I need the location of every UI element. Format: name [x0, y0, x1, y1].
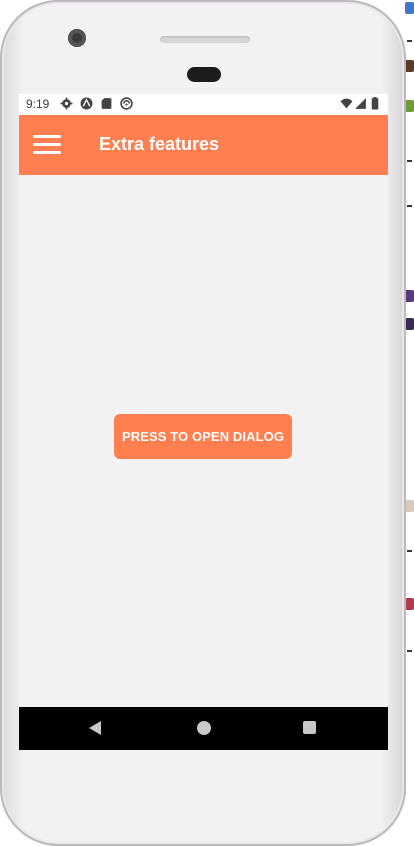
device-screen: 9:19 Extra features PRESS TO OPEN DIALOG [19, 94, 388, 750]
phone-frame: 9:19 Extra features PRESS TO OPEN DIALOG [0, 0, 406, 846]
background-window-icon [405, 500, 414, 512]
front-camera-icon [68, 29, 86, 47]
recents-icon[interactable] [303, 721, 316, 734]
background-window-edge [405, 0, 414, 846]
home-icon[interactable] [197, 721, 211, 735]
desktop-stage: 9:19 Extra features PRESS TO OPEN DIALOG [0, 0, 414, 846]
system-nav-bar [19, 707, 388, 750]
background-text-fragment [407, 160, 412, 162]
page-title: Extra features [99, 134, 220, 154]
main-content: PRESS TO OPEN DIALOG [19, 175, 388, 707]
settings-icon [60, 97, 73, 110]
background-window-icon [405, 290, 414, 302]
battery-icon [371, 97, 379, 110]
earpiece-speaker [160, 36, 250, 43]
cell-signal-icon [355, 98, 366, 109]
sync-icon [120, 97, 133, 110]
proximity-sensor [187, 67, 221, 82]
background-window-icon [405, 598, 414, 610]
background-text-fragment [407, 205, 412, 207]
background-text-fragment [407, 550, 412, 552]
background-text-fragment [407, 40, 412, 42]
android-icon [80, 97, 93, 110]
status-bar: 9:19 [19, 94, 388, 115]
background-text-fragment [407, 650, 412, 652]
hamburger-menu-icon[interactable] [31, 133, 63, 157]
background-window-icon [405, 2, 414, 14]
background-window-icon [405, 60, 414, 72]
background-window-icon [405, 318, 414, 330]
background-window-icon [405, 100, 414, 112]
wifi-icon [340, 98, 353, 109]
sd-card-icon [101, 98, 112, 109]
open-dialog-button[interactable]: PRESS TO OPEN DIALOG [114, 414, 292, 459]
app-bar: Extra features [19, 115, 388, 175]
back-icon[interactable] [89, 721, 101, 735]
status-time: 9:19 [26, 97, 50, 111]
